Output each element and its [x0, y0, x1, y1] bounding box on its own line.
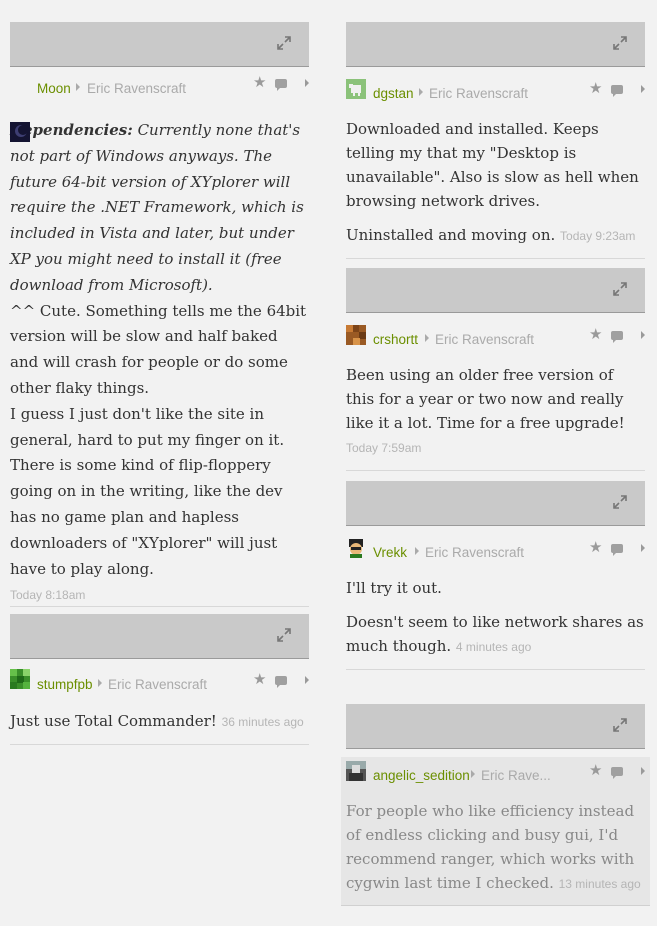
chevron-right-icon[interactable]: [641, 331, 645, 339]
reply-arrow-icon: [415, 547, 419, 555]
divider: [10, 606, 309, 608]
comment-bubble-icon[interactable]: [611, 767, 623, 779]
reply-to-user[interactable]: Eric Ravenscraft: [87, 81, 186, 96]
reply-to-user[interactable]: Eric Rave...: [481, 768, 551, 783]
avatar[interactable]: [346, 538, 366, 558]
reply-to-user[interactable]: Eric Ravenscraft: [425, 545, 524, 560]
comment-body: Just use Total Commander! 36 minutes ago: [10, 709, 309, 734]
comment-card-crshortt: crshortt Eric Ravenscraft ★ Been using a…: [346, 268, 645, 471]
expand-icon[interactable]: [613, 495, 627, 509]
comment-bubble-icon[interactable]: [275, 79, 287, 91]
chevron-right-icon[interactable]: [641, 85, 645, 93]
comment-body: I'll try it out. Doesn't seem to like ne…: [346, 576, 645, 659]
reply-arrow-icon: [76, 83, 80, 91]
timestamp[interactable]: 4 minutes ago: [456, 640, 531, 654]
comment-meta: angelic_sedition Eric Rave... ★: [346, 749, 645, 783]
comment-body: Been using an older free version of this…: [346, 363, 645, 460]
body-text: Just use Total Commander!: [10, 712, 217, 730]
comment-meta: Vrekk Eric Ravenscraft ★: [346, 526, 645, 560]
body-paragraph: Downloaded and installed. Keeps telling …: [346, 120, 639, 210]
star-icon[interactable]: ★: [589, 81, 602, 96]
comment-card-moon: Moon Eric Ravenscraft ★ Dependencies: Cu…: [10, 22, 309, 608]
comment-actions: ★: [253, 75, 309, 92]
reply-to-user[interactable]: Eric Ravenscraft: [108, 677, 207, 692]
expand-icon[interactable]: [277, 36, 291, 50]
timestamp[interactable]: 36 minutes ago: [222, 715, 304, 729]
body-paragraph: I guess I just don't like the site in ge…: [10, 404, 285, 578]
body-italic: Currently none that's not part of Window…: [10, 121, 304, 294]
media-placeholder[interactable]: [346, 22, 645, 67]
comment-bubble-icon[interactable]: [611, 331, 623, 343]
star-icon[interactable]: ★: [589, 327, 602, 342]
chevron-right-icon[interactable]: [641, 767, 645, 775]
media-placeholder[interactable]: [10, 22, 309, 67]
reply-arrow-icon: [425, 334, 429, 342]
username[interactable]: Moon: [37, 81, 71, 96]
body-paragraph: ^^ Cute. Something tells me the 64bit ve…: [10, 301, 307, 397]
media-placeholder[interactable]: [346, 268, 645, 313]
avatar[interactable]: [346, 325, 366, 345]
star-icon[interactable]: ★: [589, 763, 602, 778]
username[interactable]: angelic_sedition: [373, 768, 470, 783]
media-placeholder[interactable]: [346, 704, 645, 749]
avatar[interactable]: [10, 122, 30, 142]
comment-meta: crshortt Eric Ravenscraft ★: [346, 313, 645, 347]
reply-arrow-icon: [419, 88, 423, 96]
reply-to-user[interactable]: Eric Ravenscraft: [435, 332, 534, 347]
body-paragraph: Uninstalled and moving on.: [346, 226, 556, 244]
comment-body: Dependencies: Currently none that's not …: [10, 118, 309, 582]
comment-body: Downloaded and installed. Keeps telling …: [346, 117, 645, 248]
comment-meta: dgstan Eric Ravenscraft ★: [346, 67, 645, 101]
comment-body: For people who like efficiency instead o…: [346, 799, 645, 896]
star-icon[interactable]: ★: [589, 540, 602, 555]
timestamp[interactable]: Today 9:23am: [560, 229, 635, 243]
comment-card-stumpfpb: stumpfpb Eric Ravenscraft ★ Just use Tot…: [10, 614, 309, 745]
reply-arrow-icon: [471, 770, 475, 778]
timestamp[interactable]: 13 minutes ago: [559, 877, 641, 891]
comment-meta: stumpfpb Eric Ravenscraft ★: [10, 659, 309, 692]
media-placeholder[interactable]: [346, 481, 645, 526]
timestamp[interactable]: Today 7:59am: [346, 441, 421, 455]
comment-card-dgstan: dgstan Eric Ravenscraft ★ Downloaded and…: [346, 22, 645, 259]
star-icon[interactable]: ★: [253, 75, 266, 90]
comment-actions: ★: [253, 672, 309, 689]
timestamp[interactable]: Today 8:18am: [10, 588, 85, 602]
comment-meta: Moon Eric Ravenscraft ★: [10, 67, 309, 142]
chevron-right-icon[interactable]: [305, 676, 309, 684]
divider: [346, 258, 645, 259]
username[interactable]: stumpfpb: [37, 677, 93, 692]
username[interactable]: dgstan: [373, 86, 414, 101]
comment-bubble-icon[interactable]: [611, 544, 623, 556]
chevron-right-icon[interactable]: [305, 79, 309, 87]
media-placeholder[interactable]: [10, 614, 309, 659]
expand-icon[interactable]: [277, 628, 291, 642]
reply-to-user[interactable]: Eric Ravenscraft: [429, 86, 528, 101]
comment-card-angelic-sedition: angelic_sedition Eric Rave... ★ For peop…: [341, 704, 650, 906]
avatar[interactable]: [346, 79, 366, 99]
comment-actions: ★: [589, 327, 645, 344]
avatar[interactable]: [10, 669, 30, 689]
comment-actions: ★: [589, 540, 645, 557]
expand-icon[interactable]: [613, 718, 627, 732]
comment-card-vrekk: Vrekk Eric Ravenscraft ★ I'll try it out…: [346, 481, 645, 670]
divider: [346, 470, 645, 471]
comment-actions: ★: [589, 81, 645, 98]
expand-icon[interactable]: [613, 282, 627, 296]
username[interactable]: Vrekk: [373, 545, 407, 560]
username[interactable]: crshortt: [373, 332, 418, 347]
comment-bubble-icon[interactable]: [275, 676, 287, 688]
comment-bubble-icon[interactable]: [611, 85, 623, 97]
comment-actions: ★: [589, 763, 645, 780]
star-icon[interactable]: ★: [253, 672, 266, 687]
divider: [346, 669, 645, 670]
body-text: Been using an older free version of this…: [346, 366, 625, 432]
expand-icon[interactable]: [613, 36, 627, 50]
avatar[interactable]: [346, 761, 366, 781]
body-paragraph: I'll try it out.: [346, 579, 442, 597]
reply-arrow-icon: [98, 679, 102, 687]
chevron-right-icon[interactable]: [641, 544, 645, 552]
divider: [10, 744, 309, 745]
